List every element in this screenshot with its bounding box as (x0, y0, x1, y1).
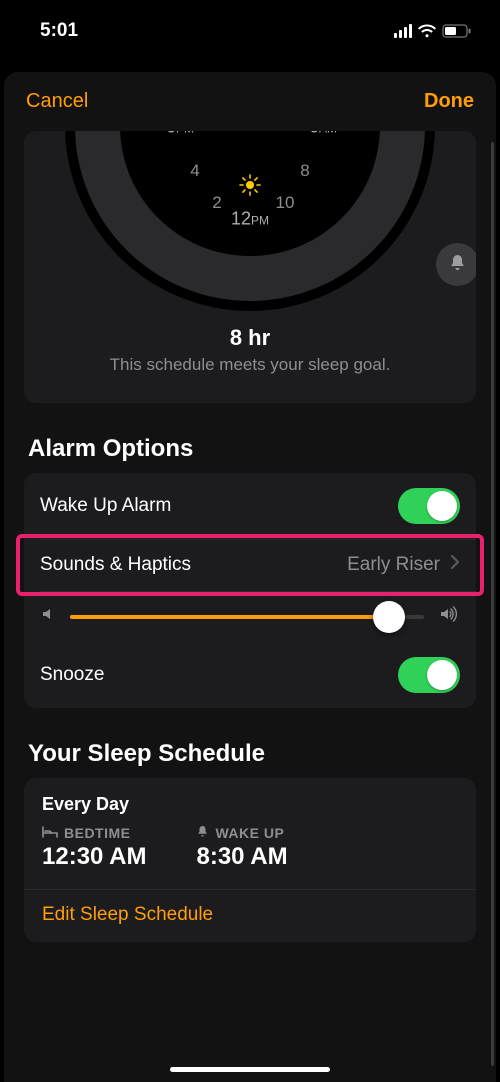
sheet-body: 6PM 6AM 4 8 2 10 12PM 8 hr (4, 131, 496, 1081)
clock-label-6pm: 6PM (166, 131, 194, 138)
cancel-button[interactable]: Cancel (26, 90, 88, 113)
alarm-options-title: Alarm Options (28, 435, 472, 463)
wakeup-label: WAKE UP (215, 825, 284, 841)
chevron-right-icon (450, 554, 460, 576)
done-button[interactable]: Done (424, 90, 474, 113)
clock-label-4: 4 (190, 161, 199, 181)
sheet-header: Cancel Done (4, 72, 496, 131)
wake-handle[interactable] (436, 243, 476, 286)
bell-icon (448, 253, 467, 277)
alarm-options-card: Wake Up Alarm Sounds & Haptics Early Ris… (24, 473, 476, 708)
sounds-haptics-value: Early Riser (347, 554, 440, 576)
clock-label-8: 8 (300, 161, 309, 181)
wakeup-value: 8:30 AM (196, 843, 287, 871)
sleep-goal-text: This schedule meets your sleep goal. (24, 355, 476, 375)
bed-icon (42, 825, 58, 841)
home-indicator[interactable] (170, 1067, 330, 1072)
sleep-duration: 8 hr (24, 325, 476, 351)
battery-icon (442, 24, 472, 38)
snooze-row: Snooze (24, 642, 476, 708)
edit-sleep-schedule-button[interactable]: Edit Sleep Schedule (42, 904, 458, 926)
schedule-frequency: Every Day (42, 794, 458, 815)
wakeup-column: WAKE UP 8:30 AM (196, 825, 287, 871)
sleep-dial-card: 6PM 6AM 4 8 2 10 12PM 8 hr (24, 131, 476, 403)
sounds-haptics-label: Sounds & Haptics (40, 554, 191, 576)
wake-up-alarm-label: Wake Up Alarm (40, 495, 171, 517)
bell-small-icon (196, 825, 209, 841)
sun-icon (239, 174, 261, 201)
clock-label-12pm: 12PM (231, 209, 269, 230)
cellular-signal-icon (394, 24, 412, 38)
status-time: 5:01 (40, 20, 78, 42)
scroll-indicator[interactable] (491, 142, 494, 1066)
bedtime-column: BEDTIME 12:30 AM (42, 825, 146, 871)
sheet: Cancel Done (4, 72, 496, 1082)
sounds-haptics-row[interactable]: Sounds & Haptics Early Riser (24, 539, 476, 591)
sleep-dial[interactable]: 6PM 6AM 4 8 2 10 12PM (24, 131, 476, 311)
snooze-switch[interactable] (398, 657, 460, 693)
sleep-schedule-title: Your Sleep Schedule (28, 740, 472, 768)
snooze-label: Snooze (40, 664, 104, 686)
clock-label-6am: 6AM (309, 131, 337, 138)
volume-slider[interactable] (70, 615, 424, 619)
sleep-schedule-card: Every Day BEDTIME 12:30 AM (24, 778, 476, 942)
volume-high-icon (438, 606, 460, 627)
clock-label-10: 10 (276, 193, 295, 213)
wake-up-alarm-row: Wake Up Alarm (24, 473, 476, 539)
bedtime-value: 12:30 AM (42, 843, 146, 871)
clock-label-2: 2 (212, 193, 221, 213)
status-icons (394, 24, 472, 38)
volume-row (24, 591, 476, 642)
status-bar: 5:01 (0, 0, 500, 54)
wake-up-alarm-switch[interactable] (398, 488, 460, 524)
bedtime-label: BEDTIME (64, 825, 131, 841)
wifi-icon (417, 24, 437, 38)
volume-low-icon (40, 606, 56, 627)
